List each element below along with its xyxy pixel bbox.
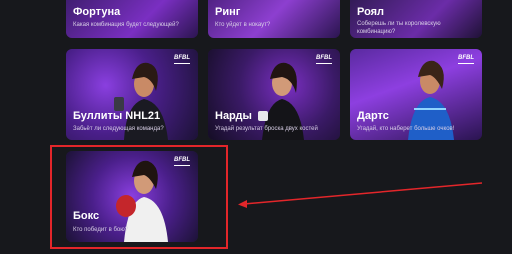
game-card-fortuna[interactable]: Фортуна Какая комбинация будет следующей… — [66, 0, 198, 38]
card-title: Роял — [357, 6, 385, 18]
game-card-ring[interactable]: Ринг Кто уйдет в нокаут? — [208, 0, 340, 38]
card-subtitle: Кто уйдет в нокаут? — [215, 22, 271, 28]
card-title: Дартс — [357, 110, 389, 122]
card-title: Буллиты NHL21 — [73, 110, 161, 122]
game-card-nardy[interactable]: BFBL Нарды Угадай результат броска двух … — [208, 49, 340, 140]
card-title: Ринг — [215, 6, 241, 18]
game-card-bullity[interactable]: BFBL Буллиты NHL21 Забьёт ли следующая к… — [66, 49, 198, 140]
game-card-darts[interactable]: BFBL Дартс Угадай, кто наберет больше оч… — [350, 49, 482, 140]
game-card-royal[interactable]: Роял Соберешь ли ты королевскую комбинац… — [350, 0, 482, 38]
highlight-box — [50, 145, 228, 249]
card-subtitle: Забьёт ли следующая команда? — [73, 126, 164, 132]
brand-logo: BFBL — [173, 55, 191, 67]
brand-logo: BFBL — [315, 55, 333, 67]
card-title: Фортуна — [73, 6, 121, 18]
card-subtitle: Угадай результат броска двух костей — [215, 126, 318, 132]
card-subtitle: Какая комбинация будет следующей? — [73, 22, 179, 28]
card-subtitle: Соберешь ли ты королевскую комбинацию? — [357, 21, 441, 35]
brand-logo: BFBL — [457, 55, 475, 67]
card-title: Нарды — [215, 110, 252, 122]
card-subtitle: Угадай, кто наберет больше очков! — [357, 126, 455, 132]
